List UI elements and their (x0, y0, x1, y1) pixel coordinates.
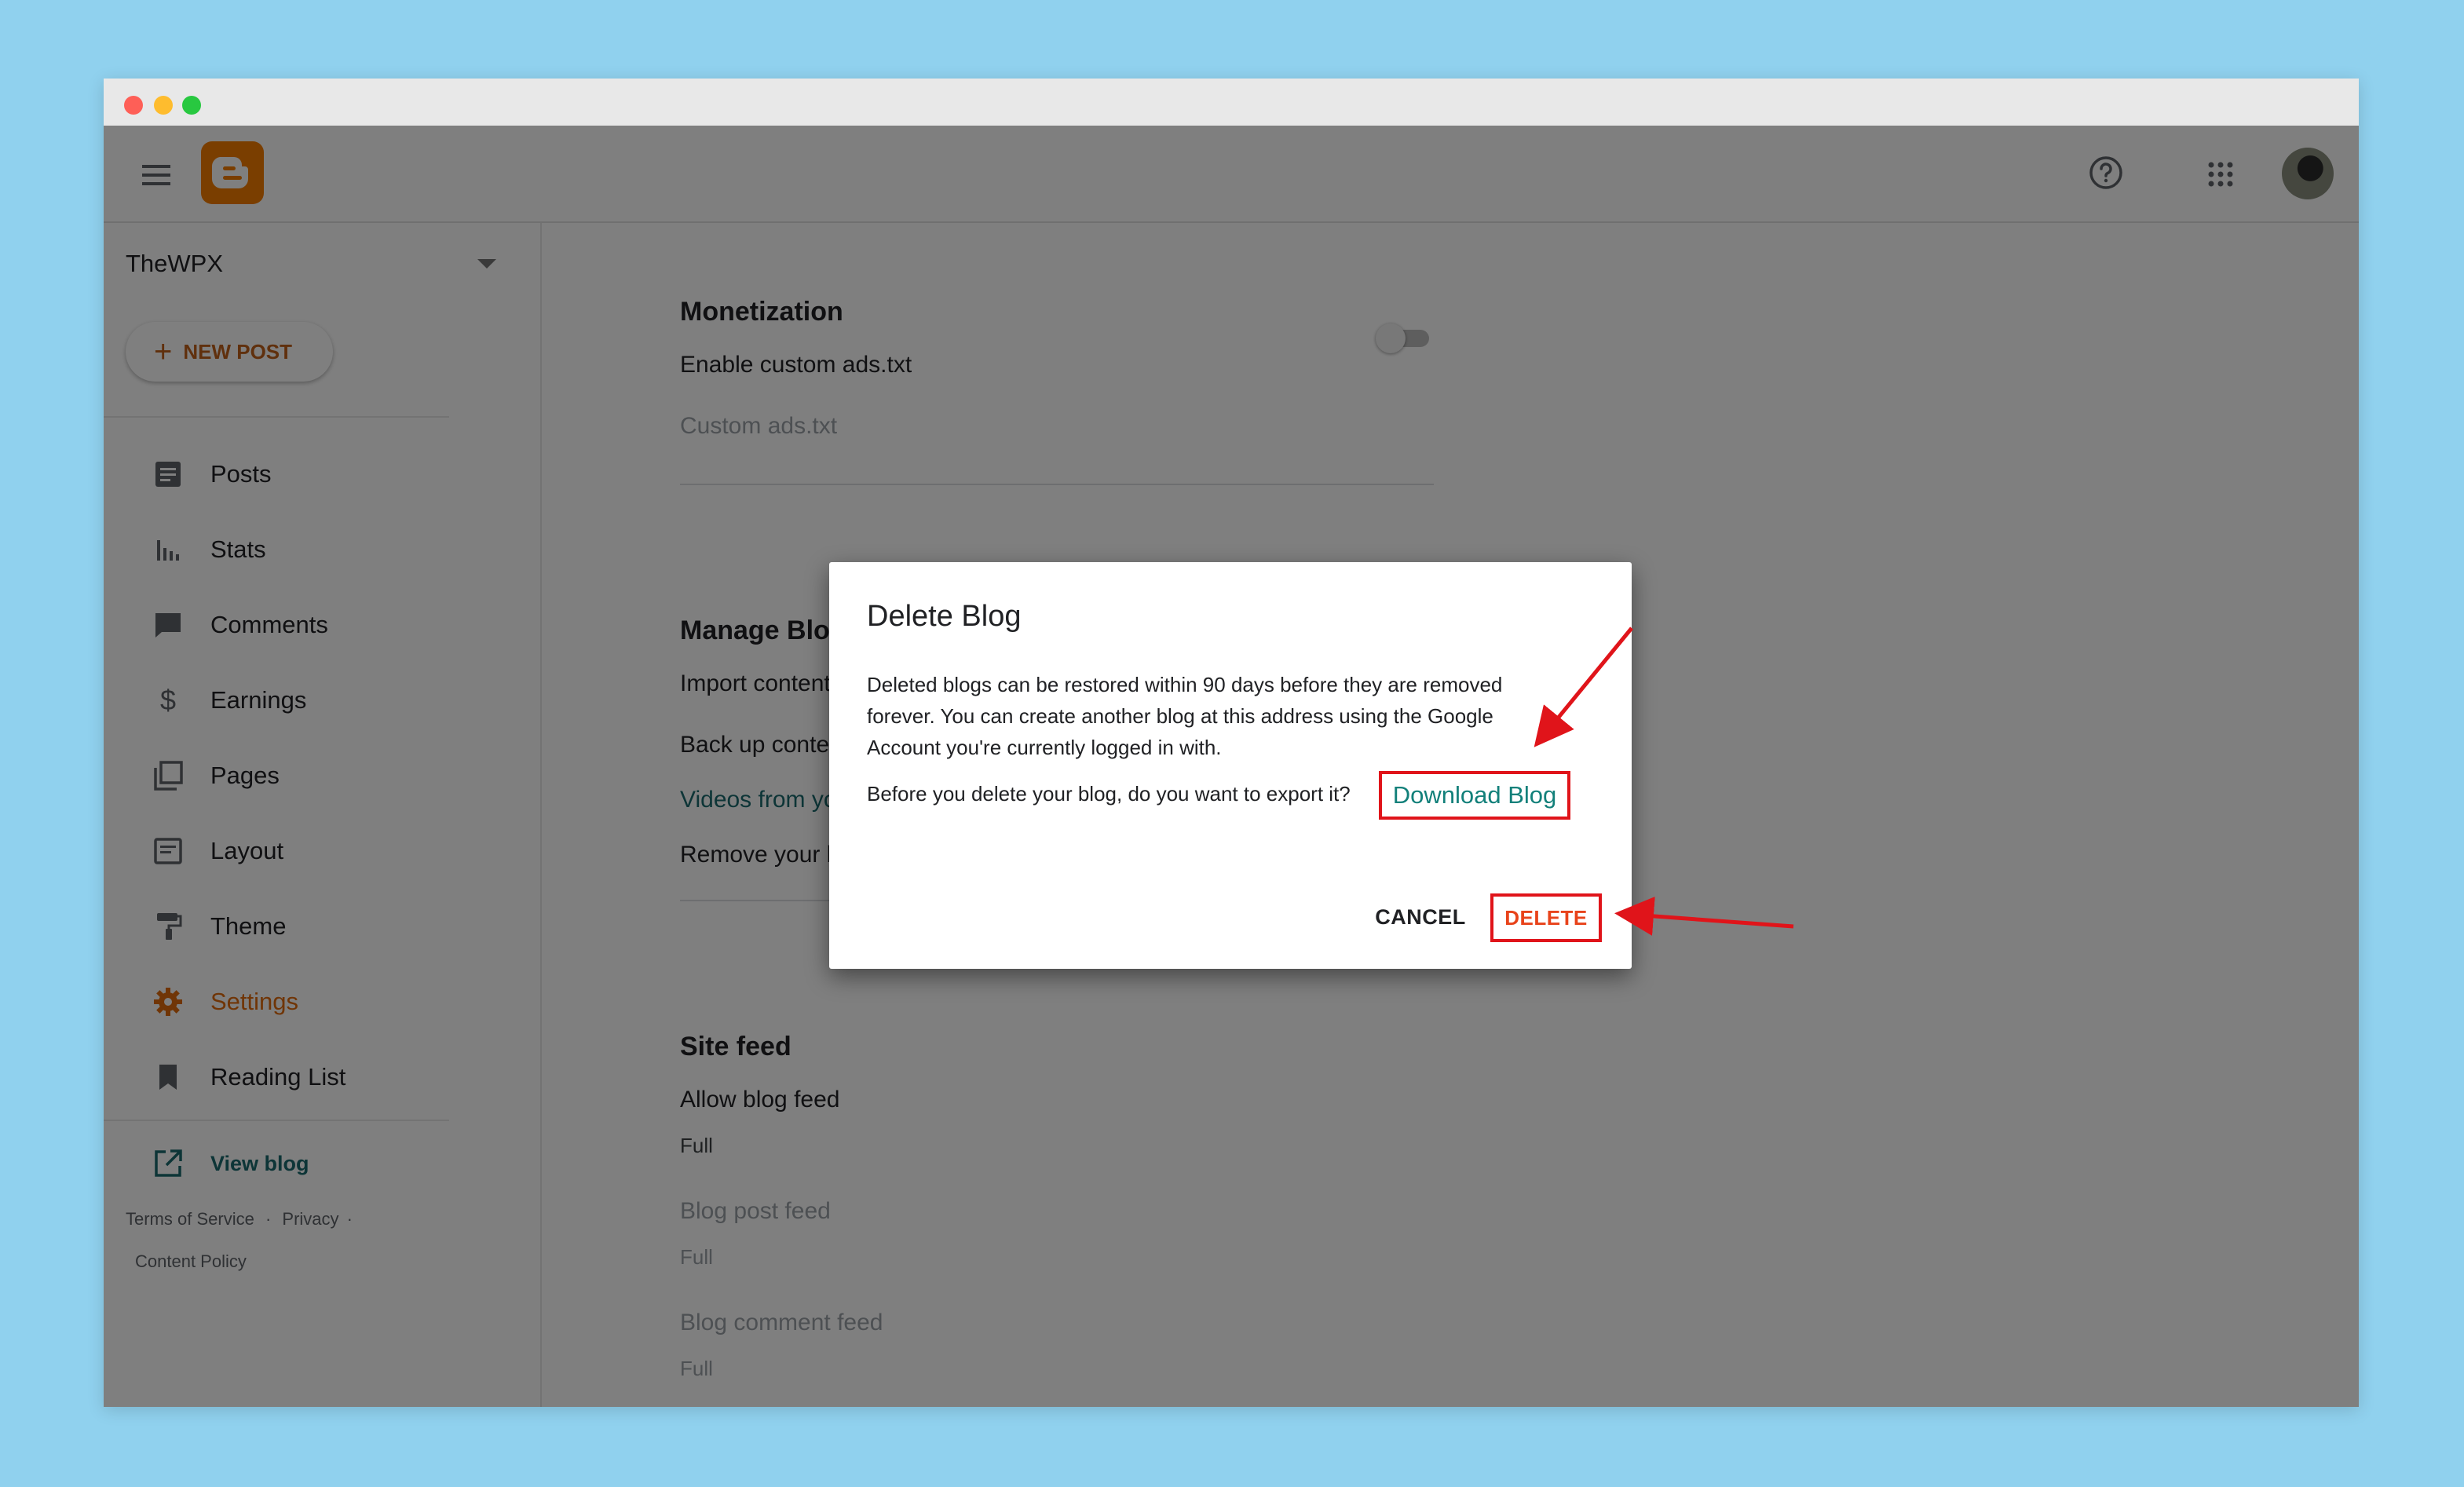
dialog-body: Deleted blogs can be restored within 90 … (867, 673, 1503, 759)
download-blog-link[interactable]: Download Blog (1379, 771, 1570, 820)
delete-blog-dialog: Delete Blog Deleted blogs can be restore… (829, 562, 1632, 969)
close-window-button[interactable] (124, 96, 143, 115)
export-prompt: Before you delete your blog, do you want… (867, 782, 1351, 806)
window-titlebar (104, 79, 2359, 126)
delete-button[interactable]: DELETE (1490, 893, 1602, 942)
cancel-button[interactable]: CANCEL (1371, 895, 1470, 939)
maximize-window-button[interactable] (182, 96, 201, 115)
dialog-title: Delete Blog (867, 600, 1022, 633)
minimize-window-button[interactable] (154, 96, 173, 115)
